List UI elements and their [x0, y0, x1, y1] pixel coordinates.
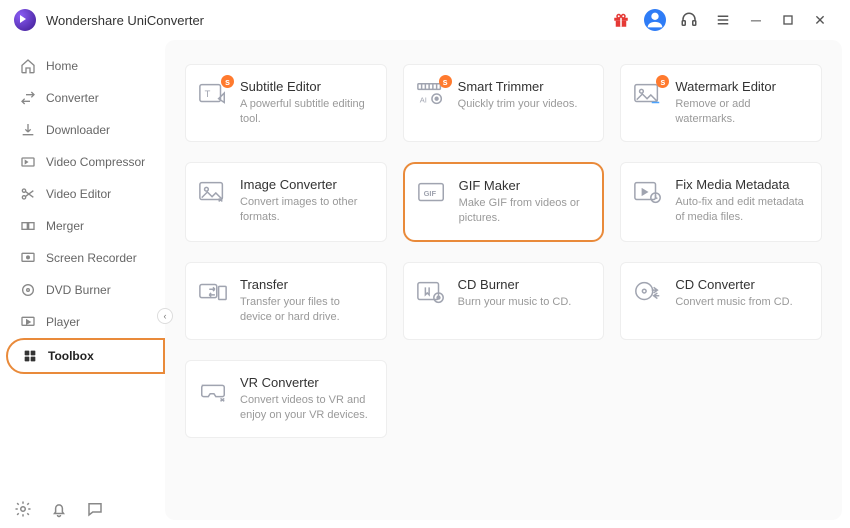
sidebar-item-label: Toolbox [48, 349, 94, 363]
titlebar: Wondershare UniConverter ─ ✕ [0, 0, 850, 40]
sidebar-item-converter[interactable]: Converter [6, 82, 165, 114]
image-converter-icon [198, 179, 228, 205]
sidebar-item-label: DVD Burner [46, 283, 111, 297]
metadata-icon [633, 179, 663, 205]
maximize-button[interactable] [780, 12, 796, 28]
badge-icon: s [656, 75, 669, 88]
tool-desc: A powerful subtitle editing tool. [240, 97, 374, 127]
sidebar-item-label: Converter [46, 91, 99, 105]
tool-title: Fix Media Metadata [675, 177, 809, 192]
tool-title: Subtitle Editor [240, 79, 374, 94]
sidebar-item-home[interactable]: Home [6, 50, 165, 82]
gif-maker-icon: GIF [417, 180, 447, 206]
tool-smart-trimmer[interactable]: AI s Smart Trimmer Quickly trim your vid… [403, 64, 605, 142]
tool-desc: Auto-fix and edit metadata of media file… [675, 195, 809, 225]
svg-text:T: T [205, 89, 211, 99]
sidebar: Home Converter Downloader Video Compress… [0, 40, 165, 528]
sidebar-item-label: Video Editor [46, 187, 111, 201]
feedback-icon[interactable] [86, 500, 104, 518]
sidebar-item-video-editor[interactable]: Video Editor [6, 178, 165, 210]
badge-icon: s [221, 75, 234, 88]
compress-icon [20, 154, 36, 170]
bell-icon[interactable] [50, 500, 68, 518]
scissors-icon [20, 186, 36, 202]
player-icon [20, 314, 36, 330]
sidebar-bottom [0, 490, 165, 528]
tool-desc: Transfer your files to device or hard dr… [240, 295, 374, 325]
transfer-icon [198, 279, 228, 305]
sidebar-item-label: Video Compressor [46, 155, 145, 169]
download-icon [20, 122, 36, 138]
badge-icon: s [439, 75, 452, 88]
tool-desc: Burn your music to CD. [458, 295, 572, 310]
sidebar-item-screen-recorder[interactable]: Screen Recorder [6, 242, 165, 274]
main-panel: T s Subtitle Editor A powerful subtitle … [165, 40, 842, 520]
home-icon [20, 58, 36, 74]
tool-image-converter[interactable]: Image Converter Convert images to other … [185, 162, 387, 242]
tools-grid: T s Subtitle Editor A powerful subtitle … [185, 64, 822, 438]
sidebar-item-label: Merger [46, 219, 84, 233]
close-button[interactable]: ✕ [812, 12, 828, 28]
sidebar-item-downloader[interactable]: Downloader [6, 114, 165, 146]
svg-text:GIF: GIF [423, 189, 436, 198]
tool-desc: Convert videos to VR and enjoy on your V… [240, 393, 374, 423]
recorder-icon [20, 250, 36, 266]
sidebar-item-label: Home [46, 59, 78, 73]
tool-transfer[interactable]: Transfer Transfer your files to device o… [185, 262, 387, 340]
sidebar-item-toolbox[interactable]: Toolbox [6, 338, 165, 374]
dvd-icon [20, 282, 36, 298]
tool-desc: Convert music from CD. [675, 295, 792, 310]
menu-icon[interactable] [714, 11, 732, 29]
converter-icon [20, 90, 36, 106]
cd-converter-icon [633, 279, 663, 305]
user-avatar[interactable] [644, 9, 666, 31]
sidebar-item-label: Screen Recorder [46, 251, 137, 265]
tool-desc: Quickly trim your videos. [458, 97, 578, 112]
sidebar-item-label: Downloader [46, 123, 110, 137]
tool-gif-maker[interactable]: GIF GIF Maker Make GIF from videos or pi… [403, 162, 605, 242]
sidebar-item-video-compressor[interactable]: Video Compressor [6, 146, 165, 178]
tool-title: Smart Trimmer [458, 79, 578, 94]
tool-title: Image Converter [240, 177, 374, 192]
tool-fix-media-metadata[interactable]: Fix Media Metadata Auto-fix and edit met… [620, 162, 822, 242]
gift-icon[interactable] [612, 11, 630, 29]
sidebar-item-label: Player [46, 315, 80, 329]
tool-title: Watermark Editor [675, 79, 809, 94]
vr-converter-icon [198, 377, 228, 403]
tool-title: Transfer [240, 277, 374, 292]
app-logo-icon [14, 9, 36, 31]
sidebar-collapse-button[interactable]: ‹ [157, 308, 173, 324]
merger-icon [20, 218, 36, 234]
tool-watermark-editor[interactable]: s Watermark Editor Remove or add waterma… [620, 64, 822, 142]
subtitle-editor-icon: T s [198, 81, 228, 107]
tool-title: CD Converter [675, 277, 792, 292]
watermark-editor-icon: s [633, 81, 663, 107]
toolbox-icon [22, 348, 38, 364]
tool-title: VR Converter [240, 375, 374, 390]
smart-trimmer-icon: AI s [416, 81, 446, 107]
minimize-button[interactable]: ─ [748, 12, 764, 28]
tool-title: GIF Maker [459, 178, 591, 193]
headset-icon[interactable] [680, 11, 698, 29]
sidebar-item-player[interactable]: Player [6, 306, 165, 338]
tool-desc: Convert images to other formats. [240, 195, 374, 225]
tool-vr-converter[interactable]: VR Converter Convert videos to VR and en… [185, 360, 387, 438]
app-title: Wondershare UniConverter [46, 13, 204, 28]
tool-desc: Remove or add watermarks. [675, 97, 809, 127]
sidebar-item-dvd-burner[interactable]: DVD Burner [6, 274, 165, 306]
tool-desc: Make GIF from videos or pictures. [459, 196, 591, 226]
cd-burner-icon [416, 279, 446, 305]
gear-icon[interactable] [14, 500, 32, 518]
sidebar-item-merger[interactable]: Merger [6, 210, 165, 242]
tool-subtitle-editor[interactable]: T s Subtitle Editor A powerful subtitle … [185, 64, 387, 142]
tool-title: CD Burner [458, 277, 572, 292]
tool-cd-converter[interactable]: CD Converter Convert music from CD. [620, 262, 822, 340]
tool-cd-burner[interactable]: CD Burner Burn your music to CD. [403, 262, 605, 340]
svg-text:AI: AI [419, 95, 426, 104]
